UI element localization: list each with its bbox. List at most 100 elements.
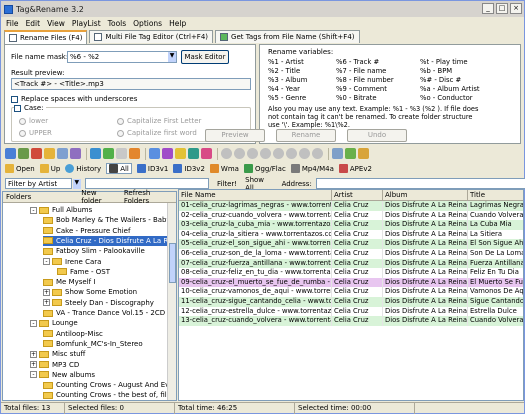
history-button[interactable]: History (65, 164, 101, 173)
table-row[interactable]: 03-celia_cruz-la_cuba_mia - www.torrenta… (179, 220, 523, 230)
folder-node[interactable]: Celia Cruz - Dios Disfrute A La Rein (43, 235, 169, 246)
chevron-down-icon[interactable]: ▼ (73, 178, 81, 189)
info-icon[interactable] (312, 148, 323, 159)
title-bar[interactable]: Tag&Rename 3.2 _ □ × (1, 1, 524, 17)
text-icon[interactable] (175, 148, 186, 159)
case-capitalize-first-word-radio[interactable]: Capitalize first word (117, 129, 197, 137)
table-row[interactable]: 11-celia_cruz-sigue_cantando_celia - www… (179, 296, 523, 307)
table-row[interactable]: 08-celia_cruz-feliz_en_tu_dia - www.torr… (179, 268, 523, 278)
preview-button[interactable]: Preview (205, 129, 265, 142)
filter-text-input[interactable] (84, 178, 209, 189)
filter-icon[interactable] (162, 148, 173, 159)
filter-id3v1-button[interactable]: ID3v1 (136, 164, 168, 173)
folder-node[interactable]: + MP3 CD (30, 360, 79, 370)
tab-multi-file-tag-editor[interactable]: Multi File Tag Editor (Ctrl+F4) (89, 30, 214, 43)
copy-icon[interactable] (57, 148, 68, 159)
menu-edit[interactable]: Edit (26, 19, 41, 28)
folder-node[interactable]: Cake - Pressure Chief (43, 226, 130, 236)
menu-options[interactable]: Options (133, 19, 162, 28)
cover-icon[interactable] (201, 148, 212, 159)
maximize-button[interactable]: □ (496, 3, 508, 14)
case-upper-radio[interactable]: UPPER (19, 129, 52, 137)
filter-id3v2-button[interactable]: ID3v2 (173, 164, 205, 173)
table-row[interactable]: 05-celia_cruz-el_son_sigue_ahi - www.tor… (179, 239, 523, 249)
minimize-button[interactable]: _ (482, 3, 494, 14)
folder-node[interactable]: - Full Albums (30, 205, 92, 215)
folder-node[interactable]: Counting Crows - the best of, filma a (43, 390, 169, 400)
stop-icon[interactable] (116, 148, 127, 159)
collapse-icon[interactable]: - (30, 206, 37, 214)
folder-node[interactable]: - Irene Cara (43, 257, 101, 267)
web-icon[interactable] (299, 148, 310, 159)
open-button[interactable]: Open (5, 164, 35, 173)
case-checkbox[interactable]: Case: (14, 104, 46, 112)
collapse-icon[interactable]: - (30, 371, 37, 379)
mask-editor-button[interactable]: Mask Editor (181, 50, 229, 64)
folder-node[interactable]: + Steely Dan - Discography (43, 298, 154, 308)
column-header-album[interactable]: Album (383, 190, 468, 200)
case-capitalize-first-letter-radio[interactable]: Capitalize First Letter (117, 117, 201, 125)
mask-input[interactable]: %6 - %2 (67, 51, 177, 63)
menu-file[interactable]: File (6, 19, 19, 28)
folder-node[interactable]: Fame - OST (57, 267, 110, 277)
address-input[interactable] (315, 178, 525, 189)
case-lower-radio[interactable]: lower (19, 117, 48, 125)
table-row[interactable]: 13-celia_cruz-cuando_volvera - www.torre… (179, 316, 523, 326)
folder-node[interactable]: Bob Marley & The Wailers - Babylon (43, 215, 169, 225)
table-row[interactable]: 12-celia_cruz-estrella_dulce - www.torre… (179, 306, 523, 317)
import-icon[interactable] (286, 148, 297, 159)
menu-help[interactable]: Help (169, 19, 186, 28)
folder-node[interactable]: Me Myself I (43, 277, 95, 287)
filter-ogg-button[interactable]: Ogg/Flac (243, 164, 286, 173)
case-icon[interactable] (149, 148, 160, 159)
expand-icon[interactable]: + (43, 299, 50, 307)
scroll-thumb[interactable] (169, 243, 176, 283)
expand-icon[interactable]: + (30, 361, 37, 368)
table-row[interactable]: 06-celia_cruz-son_de_la_loma - www.torre… (179, 248, 523, 259)
table-row[interactable]: 01-celia_cruz-lagrimas_negras - www.torr… (179, 201, 523, 211)
save-icon[interactable] (5, 148, 16, 159)
paste-icon[interactable] (70, 148, 81, 159)
select-all-icon[interactable] (90, 148, 101, 159)
folder-node[interactable]: - Lounge (30, 318, 78, 328)
play-icon[interactable] (103, 148, 114, 159)
delete-icon[interactable] (31, 148, 42, 159)
column-header-artist[interactable]: Artist (332, 190, 383, 200)
table-row[interactable]: 04-celia_cruz-la_sitiera - www.torrentaz… (179, 229, 523, 240)
folder-node[interactable]: Counting Crows - August And Every (43, 380, 169, 390)
sort-icon[interactable] (129, 148, 140, 159)
folder-node[interactable]: - New albums (30, 370, 95, 380)
close-button[interactable]: × (510, 3, 522, 14)
tab-get-tags-from-file-name[interactable]: Get Tags from File Name (Shift+F4) (215, 30, 360, 43)
undo-button[interactable]: Undo (347, 129, 407, 142)
menu-tools[interactable]: Tools (108, 19, 126, 28)
table-row[interactable]: 07-celia_cruz-fuerza_antillana - www.tor… (179, 258, 523, 269)
filter-by-select[interactable]: Filter by Artist (5, 178, 73, 189)
column-header-title[interactable]: Title (468, 190, 523, 200)
help-icon[interactable] (358, 148, 369, 159)
options-icon[interactable] (234, 148, 245, 159)
folder-scrollbar[interactable] (167, 203, 176, 400)
filter-mp4-button[interactable]: Mp4/M4a (290, 164, 334, 173)
rename-button[interactable]: Rename (276, 129, 336, 142)
chevron-down-icon[interactable]: ▼ (168, 52, 176, 62)
folder-node[interactable]: + Misc stuff (30, 349, 85, 359)
filter-wma-button[interactable]: Wma (209, 164, 239, 173)
up-button[interactable]: Up (39, 164, 60, 173)
stats-icon[interactable] (247, 148, 258, 159)
folder-icon[interactable] (44, 148, 55, 159)
table-row[interactable]: 10-celia_cruz-vamonos_de_aqui - www.torr… (179, 287, 523, 297)
folder-node[interactable]: Fatboy Slim - Palookaville (43, 246, 145, 256)
gear-icon[interactable] (221, 148, 232, 159)
folder-node[interactable]: VA - Trance Dance Vol.15 - 2CD (43, 308, 165, 318)
filter-apev2-button[interactable]: APEv2 (338, 164, 372, 173)
playlist-icon[interactable] (260, 148, 271, 159)
menu-view[interactable]: View (47, 19, 65, 28)
export-icon[interactable] (273, 148, 284, 159)
folder-node[interactable]: Antiloop-Misc (43, 329, 103, 339)
tag-icon[interactable] (18, 148, 29, 159)
replace-spaces-checkbox[interactable]: Replace spaces with underscores (11, 95, 137, 103)
expand-icon[interactable]: + (43, 288, 50, 296)
view-icon[interactable] (332, 148, 343, 159)
menu-playlist[interactable]: PlayList (72, 19, 101, 28)
